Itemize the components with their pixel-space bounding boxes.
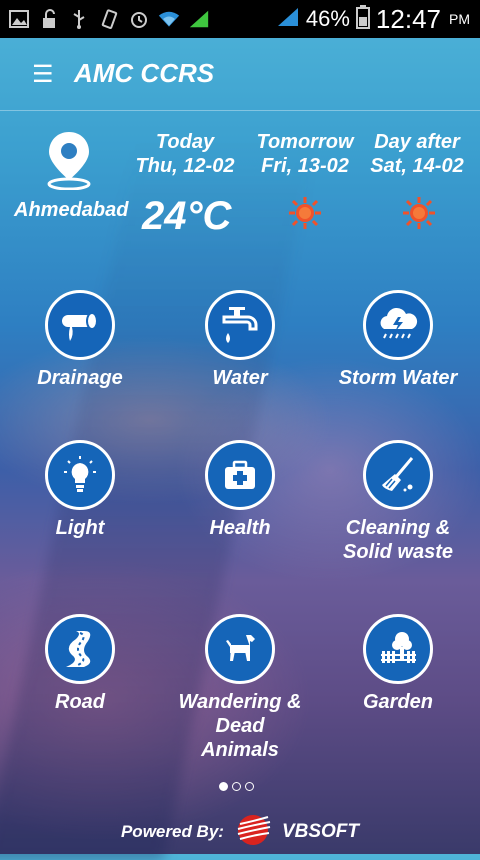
- current-temperature: 24°C: [142, 194, 232, 238]
- signal-icon: [188, 9, 210, 29]
- app-bar: ☰ AMC CCRS: [0, 38, 480, 111]
- category-label: Drainage: [37, 367, 123, 389]
- category-garden[interactable]: Garden: [318, 614, 478, 714]
- forecast-date: Sat, 14-02: [370, 155, 464, 177]
- category-label: Water: [212, 367, 268, 389]
- category-cleaning[interactable]: Cleaning & Solid waste: [318, 440, 478, 564]
- dog-icon: [205, 614, 275, 684]
- forecast-day-label: Day after: [374, 131, 460, 153]
- sun-icon: [402, 196, 436, 230]
- location-pin-icon: [41, 132, 97, 194]
- forecast-day-after: Day after Sat, 14-02: [362, 130, 472, 178]
- category-drainage[interactable]: Drainage: [0, 290, 160, 390]
- bulb-icon: [45, 440, 115, 510]
- image-icon: [8, 9, 30, 29]
- forecast-tomorrow: Tomorrow Fri, 13-02: [250, 130, 360, 178]
- category-animals[interactable]: Wandering & Dead Animals: [160, 614, 320, 762]
- page-indicator: [219, 782, 254, 791]
- city-name: Ahmedabad: [14, 199, 129, 221]
- page-dot[interactable]: [232, 782, 241, 791]
- clock-ampm: PM: [449, 11, 470, 27]
- signal-icon-2: [276, 7, 300, 32]
- forecast-date: Thu, 12-02: [135, 155, 235, 177]
- brand-name: VBSOFT: [281, 821, 360, 842]
- usb-icon: [68, 9, 90, 29]
- category-light[interactable]: Light: [0, 440, 160, 540]
- category-label-line2: Solid waste: [342, 541, 454, 563]
- footer: Powered By: VBSOFT: [0, 812, 480, 852]
- powered-by-label: Powered By:: [120, 822, 224, 841]
- page-dot[interactable]: [219, 782, 228, 791]
- broom-icon: [363, 440, 433, 510]
- page-dot[interactable]: [245, 782, 254, 791]
- category-label-line2: Dead: [215, 715, 265, 737]
- vbsoft-logo-icon: [234, 813, 272, 852]
- wifi-icon: [158, 9, 180, 29]
- road-icon: [45, 614, 115, 684]
- category-label-line3: Animals: [201, 739, 279, 761]
- category-label: Road: [55, 691, 105, 713]
- clock: 12:47: [375, 3, 441, 34]
- category-label: Garden: [362, 691, 434, 713]
- status-bar: 46% 12:47 PM: [0, 0, 480, 38]
- category-water[interactable]: Water: [160, 290, 320, 390]
- category-storm-water[interactable]: Storm Water: [318, 290, 478, 390]
- sun-icon: [288, 196, 322, 230]
- battery-icon: [355, 4, 370, 34]
- drainage-icon: [45, 290, 115, 360]
- unlock-icon: [38, 9, 60, 29]
- forecast-date: Fri, 13-02: [261, 155, 349, 177]
- category-road[interactable]: Road: [0, 614, 160, 714]
- battery-percent: 46%: [305, 6, 350, 31]
- vibrate-icon: [98, 9, 120, 29]
- tap-icon: [205, 290, 275, 360]
- app-title: AMC CCRS: [74, 58, 215, 88]
- forecast-day-label: Tomorrow: [256, 131, 354, 153]
- category-label: Storm Water: [338, 367, 458, 389]
- forecast-day-label: Today: [155, 131, 215, 153]
- forecast-today: Today Thu, 12-02: [130, 130, 240, 178]
- location-block[interactable]: Ahmedabad: [14, 128, 129, 222]
- first-aid-icon: [205, 440, 275, 510]
- category-label: Light: [55, 517, 105, 539]
- alarm-icon: [128, 9, 150, 29]
- category-label: Health: [209, 517, 271, 539]
- tree-icon: [363, 614, 433, 684]
- category-label: Cleaning &: [345, 517, 451, 539]
- storm-cloud-icon: [363, 290, 433, 360]
- category-health[interactable]: Health: [160, 440, 320, 540]
- menu-icon[interactable]: ☰: [32, 60, 54, 89]
- category-label: Wandering &: [178, 691, 302, 713]
